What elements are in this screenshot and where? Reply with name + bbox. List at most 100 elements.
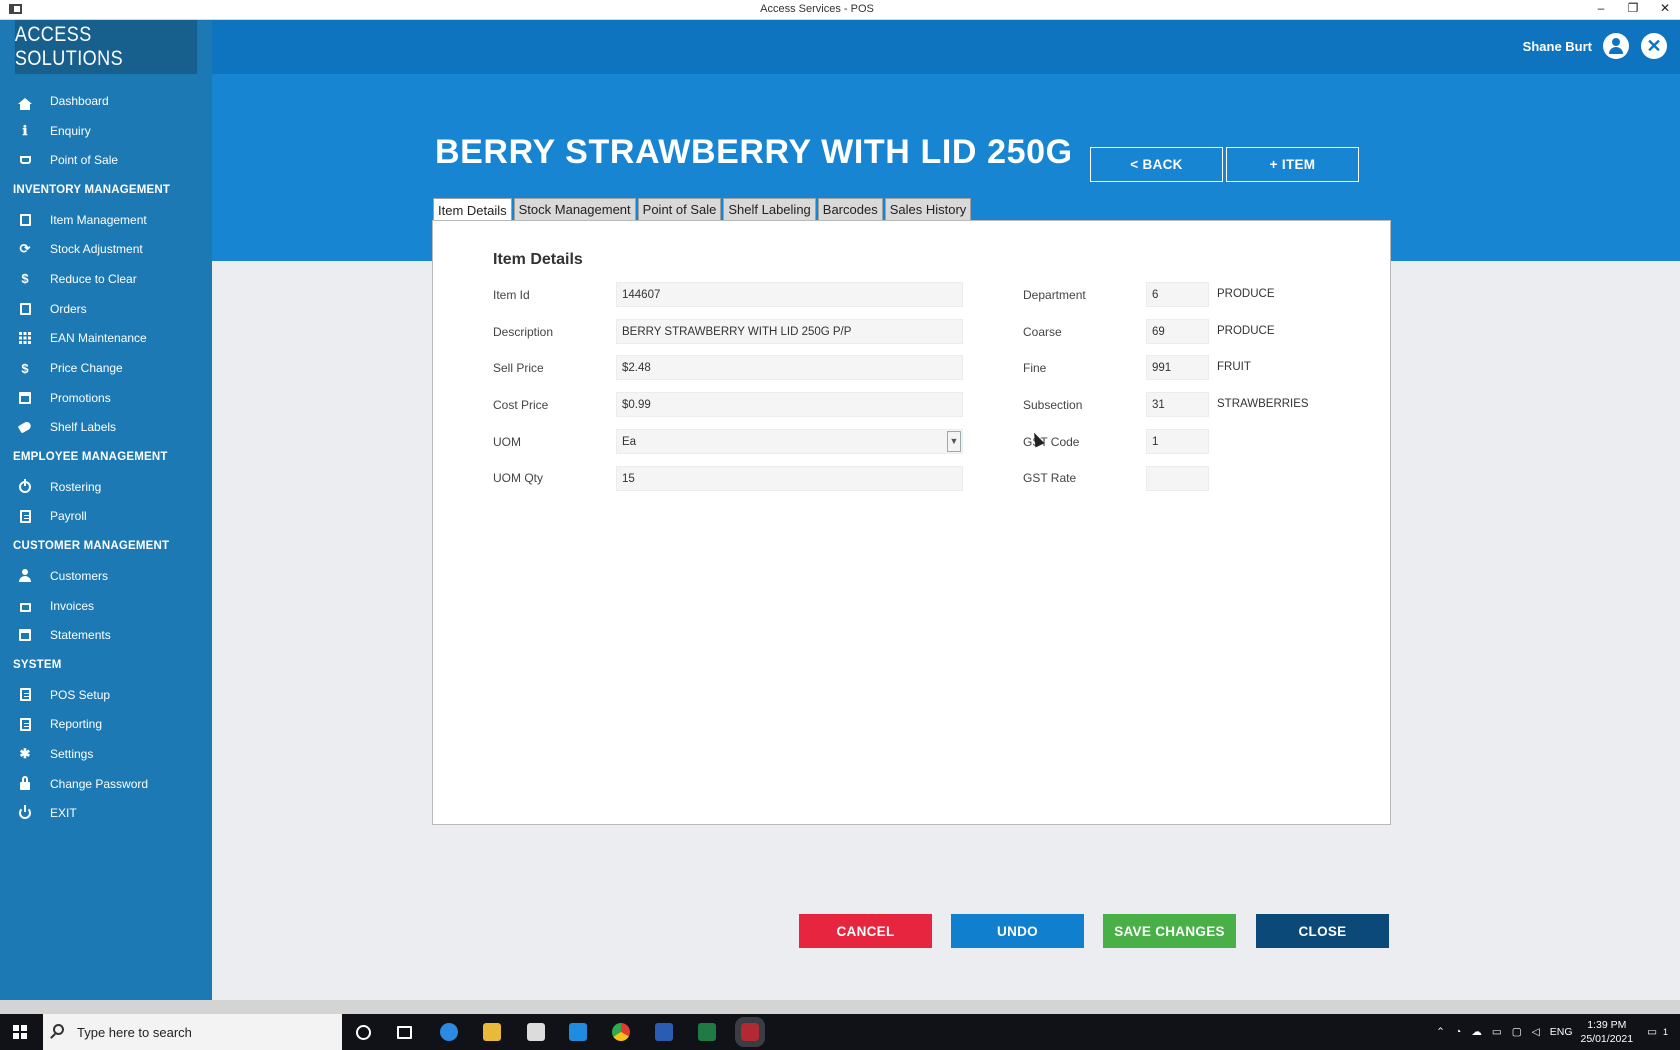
chrome-icon[interactable] [612, 1023, 630, 1041]
top-header: Shane Burt ✕ [212, 20, 1680, 74]
sidebar-item-price-change[interactable]: $ Price Change [0, 353, 212, 383]
coarse-field[interactable] [1146, 319, 1209, 344]
sidebar-item-label: Invoices [50, 598, 95, 613]
person-icon [18, 569, 32, 583]
cloud-icon[interactable]: ☁ [1471, 1026, 1482, 1038]
restore-button[interactable]: ❐ [1626, 1, 1640, 15]
fine-desc: FRUIT [1217, 361, 1251, 373]
sidebar-item-promotions[interactable]: Promotions [0, 383, 212, 413]
word-icon[interactable] [655, 1023, 673, 1041]
subsection-field[interactable] [1146, 392, 1209, 417]
gst-rate-field[interactable] [1146, 466, 1209, 491]
save-changes-button[interactable]: SAVE CHANGES [1103, 914, 1236, 948]
search-placeholder: Type here to search [77, 1025, 192, 1040]
windows-start-icon[interactable] [13, 1025, 27, 1039]
sidebar-item-shelf-labels[interactable]: Shelf Labels [0, 413, 212, 443]
tab-bar: Item Details Stock Management Point of S… [433, 198, 973, 221]
sidebar-item-item-management[interactable]: Item Management [0, 205, 212, 235]
sidebar-item-invoices[interactable]: Invoices [0, 591, 212, 621]
window-bottom-strip [0, 1000, 1680, 1014]
sidebar-item-enquiry[interactable]: ℹ Enquiry [0, 116, 212, 146]
sidebar-item-exit[interactable]: EXIT [0, 799, 212, 829]
battery-icon[interactable]: ▭ [1492, 1026, 1502, 1038]
sidebar-item-label: POS Setup [50, 687, 111, 702]
clock[interactable]: 1:39 PM 25/01/2021 [1581, 1018, 1634, 1046]
dollar-icon: $ [21, 360, 29, 376]
section-inventory-management: INVENTORY MANAGEMENT [13, 183, 171, 196]
tab-shelf-labeling[interactable]: Shelf Labeling [723, 198, 816, 220]
sidebar-item-stock-adjustment[interactable]: ⟳ Stock Adjustment [0, 234, 212, 264]
sidebar-item-label: Stock Adjustment [50, 242, 143, 257]
volume-icon[interactable]: ◁ [1532, 1026, 1540, 1038]
cost-price-field[interactable] [616, 392, 963, 417]
close-icon[interactable]: ✕ [1641, 33, 1667, 59]
sidebar-item-label: Payroll [50, 509, 87, 524]
wifi-icon[interactable]: ◔ [1455, 1026, 1461, 1038]
sidebar-item-label: Settings [50, 746, 94, 761]
sidebar-item-payroll[interactable]: Payroll [0, 502, 212, 532]
window-close-button[interactable]: ✕ [1658, 1, 1672, 15]
section-employee-management: EMPLOYEE MANAGEMENT [13, 451, 168, 464]
cancel-button[interactable]: CANCEL [799, 914, 932, 948]
edge-icon[interactable] [440, 1023, 458, 1041]
network-icon[interactable]: ▢ [1512, 1026, 1522, 1038]
taskbar-search[interactable]: Type here to search [43, 1014, 342, 1050]
user-account-icon[interactable] [1603, 33, 1629, 59]
sidebar-item-dashboard[interactable]: Dashboard [0, 86, 212, 116]
chevron-up-icon[interactable]: ⌃ [1436, 1026, 1445, 1038]
task-view-icon[interactable] [397, 1026, 412, 1039]
coarse-desc: PRODUCE [1217, 325, 1275, 337]
uom-qty-field[interactable] [616, 466, 963, 491]
item-id-field[interactable] [616, 282, 963, 307]
sidebar-item-pos-setup[interactable]: POS Setup [0, 680, 212, 710]
access-icon[interactable] [735, 1017, 765, 1047]
tab-point-of-sale[interactable]: Point of Sale [637, 198, 722, 220]
tab-stock-management[interactable]: Stock Management [513, 198, 636, 220]
language-indicator[interactable]: ENG [1550, 1026, 1573, 1038]
sidebar-item-rostering[interactable]: Rostering [0, 472, 212, 502]
stopwatch-icon [18, 478, 32, 494]
store-icon[interactable] [527, 1023, 545, 1041]
sidebar-item-point-of-sale[interactable]: Point of Sale [0, 145, 212, 175]
refresh-icon: ⟳ [19, 241, 31, 257]
user-name: Shane Burt [1522, 39, 1592, 54]
tab-sales-history[interactable]: Sales History [884, 198, 972, 220]
cortana-icon[interactable] [356, 1025, 371, 1040]
section-customer-management: CUSTOMER MANAGEMENT [13, 540, 170, 553]
sidebar-item-customers[interactable]: Customers [0, 561, 212, 591]
notification-icon[interactable]: ▭ [1647, 1026, 1657, 1038]
description-field[interactable] [616, 319, 963, 344]
sidebar-item-label: Rostering [50, 479, 102, 494]
add-item-button[interactable]: + ITEM [1226, 147, 1359, 182]
sidebar-item-reporting[interactable]: Reporting [0, 709, 212, 739]
chevron-down-icon[interactable]: ▼ [947, 431, 961, 452]
dollar-icon: $ [21, 271, 29, 287]
uom-select[interactable] [616, 429, 963, 454]
sell-price-field[interactable] [616, 355, 963, 380]
back-button[interactable]: < BACK [1090, 147, 1223, 182]
gst-code-field[interactable] [1146, 429, 1209, 454]
sidebar-item-label: Statements [50, 628, 111, 643]
sidebar-item-orders[interactable]: Orders [0, 294, 212, 324]
sidebar-item-ean-maintenance[interactable]: EAN Maintenance [0, 324, 212, 354]
sidebar-item-reduce-to-clear[interactable]: $ Reduce to Clear [0, 264, 212, 294]
department-field[interactable] [1146, 282, 1209, 307]
minimize-button[interactable]: – [1594, 1, 1608, 15]
notification-count: 1 [1662, 1027, 1668, 1037]
basket-icon [18, 153, 32, 167]
tab-item-details[interactable]: Item Details [433, 198, 512, 221]
department-label: Department [1023, 288, 1086, 302]
file-explorer-icon[interactable] [483, 1023, 501, 1041]
undo-button[interactable]: UNDO [951, 914, 1084, 948]
sidebar-item-label: Customers [50, 568, 109, 583]
sidebar-item-statements[interactable]: Statements [0, 620, 212, 650]
taskbar: Type here to search ⌃ ◔ ☁ ▭ ▢ ◁ ENG 1:39… [0, 1014, 1680, 1050]
sidebar-item-change-password[interactable]: Change Password [0, 769, 212, 799]
tab-barcodes[interactable]: Barcodes [817, 198, 883, 220]
close-button[interactable]: CLOSE [1256, 914, 1389, 948]
mail-icon[interactable] [569, 1023, 587, 1041]
excel-icon[interactable] [698, 1023, 716, 1041]
sidebar-item-settings[interactable]: ✱ Settings [0, 739, 212, 769]
fine-field[interactable] [1146, 355, 1209, 380]
sidebar-item-label: Reduce to Clear [50, 271, 137, 286]
